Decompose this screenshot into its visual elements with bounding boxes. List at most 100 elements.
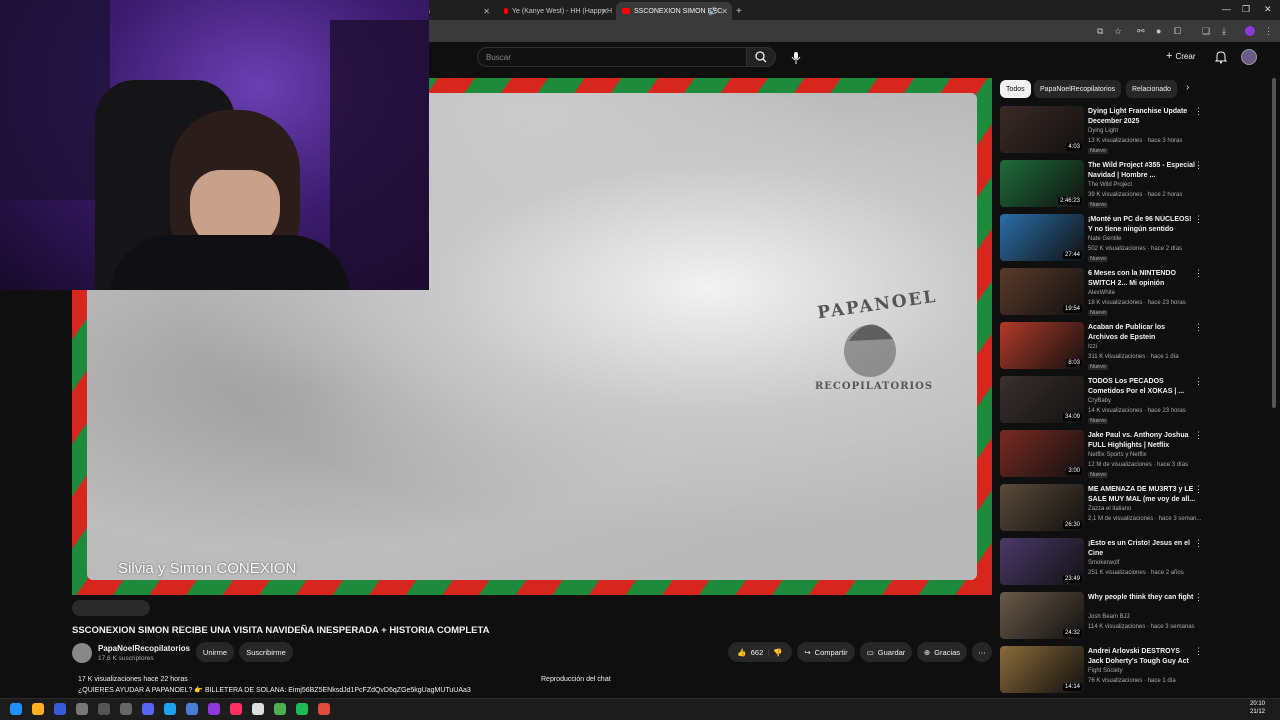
more-options-icon[interactable]: ⋮ <box>1194 322 1203 333</box>
recommendation-item[interactable]: 2:46:23 The Wild Project #355 - Especial … <box>1000 160 1205 210</box>
account-avatar[interactable] <box>1241 49 1257 65</box>
maximize-icon[interactable]: ❐ <box>1242 4 1250 15</box>
video-thumbnail[interactable]: 2:46:23 <box>1000 160 1084 207</box>
search-input[interactable]: Buscar <box>477 47 747 67</box>
save-button[interactable]: ▭ Guardar <box>860 642 912 662</box>
rec-channel[interactable]: Zazza el italiano <box>1088 506 1131 512</box>
recommendation-item[interactable]: 23:49 ¡Esto es un Cristo! Jesus en el Cin… <box>1000 538 1205 588</box>
tiktok-icon[interactable] <box>230 703 242 715</box>
scrollbar[interactable] <box>1272 78 1276 408</box>
recommendation-item[interactable]: 19:54 6 Meses con la NINTENDO SWITCH 2...… <box>1000 268 1205 318</box>
rec-title[interactable]: Acaban de Publicar los Archivos de Epste… <box>1088 323 1196 343</box>
bookmark-icon[interactable]: ❏ <box>1202 26 1210 37</box>
star-icon[interactable]: ☆ <box>1114 26 1122 37</box>
rec-title[interactable]: The Wild Project #355 - Especial Navidad… <box>1088 161 1196 181</box>
video-thumbnail[interactable]: 8:03 <box>1000 322 1084 369</box>
more-options-icon[interactable]: ⋮ <box>1194 214 1203 225</box>
rec-channel[interactable]: Smokerwolf <box>1088 560 1119 566</box>
minimize-icon[interactable]: — <box>1222 4 1231 14</box>
channel-avatar[interactable] <box>72 643 92 663</box>
video-thumbnail[interactable]: 3:00 <box>1000 430 1084 477</box>
rec-channel[interactable]: Fight Society <box>1088 668 1123 674</box>
app-icon[interactable] <box>252 703 264 715</box>
recommendation-item[interactable]: 24:32 Why people think they can fight Josh… <box>1000 592 1205 642</box>
microphone-icon[interactable] <box>788 50 804 66</box>
video-thumbnail[interactable]: 4:03 <box>1000 106 1084 153</box>
thumbs-down-icon[interactable]: 👎 <box>773 648 782 657</box>
video-thumbnail[interactable]: 23:49 <box>1000 538 1084 585</box>
share-button[interactable]: ↪ Compartir <box>797 642 855 662</box>
profile-icon[interactable] <box>1245 26 1255 36</box>
search-icon[interactable] <box>32 703 44 715</box>
create-button[interactable]: + Crear <box>1166 50 1196 62</box>
recommendation-item[interactable]: 34:09 TODOS Los PECADOS Cometidos Por el … <box>1000 376 1205 426</box>
chrome-icon[interactable] <box>318 703 330 715</box>
install-icon[interactable]: ⧉ <box>1097 26 1103 37</box>
app-icon[interactable] <box>208 703 220 715</box>
more-options-icon[interactable]: ⋮ <box>1194 592 1203 603</box>
recommendation-item[interactable]: 3:00 Jake Paul vs. Anthony Joshua FULL Hi… <box>1000 430 1205 480</box>
rec-channel[interactable]: Dying Light <box>1088 128 1118 134</box>
chip-all[interactable]: Todos <box>1000 80 1031 98</box>
video-thumbnail[interactable]: 26:30 <box>1000 484 1084 531</box>
rec-title[interactable]: Andrei Arlovski DESTROYS Jack Doherty's … <box>1088 647 1196 667</box>
search-button[interactable] <box>746 47 776 67</box>
more-options-icon[interactable]: ⋮ <box>1194 376 1203 387</box>
more-options-icon[interactable]: ⋮ <box>1194 430 1203 441</box>
video-thumbnail[interactable]: 14:14 <box>1000 646 1084 693</box>
more-actions-button[interactable]: ⋯ <box>972 642 992 662</box>
more-options-icon[interactable]: ⋮ <box>1194 484 1203 495</box>
system-clock[interactable]: 20:10 21/12 <box>1250 700 1265 716</box>
recommendation-item[interactable]: 27:44 ¡Monté un PC de 96 NÚCLEOS! Y no ti… <box>1000 214 1205 264</box>
recommendation-item[interactable]: 8:03 Acaban de Publicar los Archivos de E… <box>1000 322 1205 372</box>
channel-name[interactable]: PapaNoelRecopilatorios <box>98 644 190 653</box>
chip-channel[interactable]: PapaNoelRecopilatorios <box>1034 80 1122 98</box>
more-options-icon[interactable]: ⋮ <box>1194 160 1203 171</box>
rec-channel[interactable]: Josh Beam BJJ <box>1088 614 1130 620</box>
window-close-icon[interactable]: ✕ <box>1264 4 1272 15</box>
browser-tab[interactable]: Ye (Kanye West) - HH (Happy H ✕ <box>498 2 612 20</box>
extension-icon[interactable]: ⚯ <box>1137 26 1145 37</box>
rec-title[interactable]: Jake Paul vs. Anthony Joshua FULL Highli… <box>1088 431 1196 451</box>
rec-channel[interactable]: CryBaby <box>1088 398 1111 404</box>
app-icon[interactable] <box>164 703 176 715</box>
like-button[interactable]: 👍 662 <box>737 648 763 657</box>
close-icon[interactable]: ✕ <box>721 7 728 16</box>
rec-title[interactable]: TODOS Los PECADOS Cometidos Por el XOKAS… <box>1088 377 1196 397</box>
rec-title[interactable]: 6 Meses con la NINTENDO SWITCH 2... Mi o… <box>1088 269 1196 289</box>
windows-start-icon[interactable] <box>10 703 22 715</box>
app-icon[interactable] <box>76 703 88 715</box>
rec-title[interactable]: Why people think they can fight <box>1088 593 1196 603</box>
recommendation-item[interactable]: 14:14 Andrei Arlovski DESTROYS Jack Doher… <box>1000 646 1205 696</box>
more-options-icon[interactable]: ⋮ <box>1194 268 1203 279</box>
app-icon[interactable] <box>54 703 66 715</box>
rec-channel[interactable]: AlexWhite <box>1088 290 1115 296</box>
rec-channel[interactable]: The Wild Project <box>1088 182 1132 188</box>
more-options-icon[interactable]: ⋮ <box>1194 646 1203 657</box>
recommendation-item[interactable]: 4:03 Dying Light Franchise Update Decembe… <box>1000 106 1205 156</box>
more-options-icon[interactable]: ⋮ <box>1194 106 1203 117</box>
rec-channel[interactable]: Izzi <box>1088 344 1097 350</box>
download-icon[interactable]: ⤓ <box>1222 26 1226 37</box>
browser-tab[interactable]: a ✕ <box>420 2 494 20</box>
recommendation-item[interactable]: 26:30 ME AMENAZA DE MU3RT3 y LE SALE MUY … <box>1000 484 1205 534</box>
video-thumbnail[interactable]: 24:32 <box>1000 592 1084 639</box>
extension-icon[interactable]: ● <box>1156 26 1161 36</box>
new-tab-button[interactable]: + <box>734 2 748 20</box>
rec-title[interactable]: ME AMENAZA DE MU3RT3 y LE SALE MUY MAL (… <box>1088 485 1196 505</box>
puzzle-icon[interactable]: ⧠ <box>1174 26 1181 37</box>
rec-title[interactable]: ¡Monté un PC de 96 NÚCLEOS! Y no tiene n… <box>1088 215 1196 235</box>
thanks-button[interactable]: ⊕ Gracias <box>917 642 967 662</box>
more-options-icon[interactable]: ⋮ <box>1194 538 1203 549</box>
spotify-icon[interactable] <box>296 703 308 715</box>
video-thumbnail[interactable]: 27:44 <box>1000 214 1084 261</box>
rec-channel[interactable]: Nate Gentile <box>1088 236 1121 242</box>
chip-related[interactable]: Relacionado <box>1126 80 1177 98</box>
description-text[interactable]: ¿QUIERES AYUDAR A PAPANOEL? 👉 BILLETERA … <box>78 686 471 694</box>
app-icon[interactable] <box>274 703 286 715</box>
discord-icon[interactable] <box>142 703 154 715</box>
subscribe-button[interactable]: Suscribirme <box>239 642 293 662</box>
app-icon[interactable] <box>98 703 110 715</box>
browser-tab-active[interactable]: SSCONEXION SIMON REC 🔊 ✕ <box>616 2 732 20</box>
close-icon[interactable]: ✕ <box>601 7 608 16</box>
